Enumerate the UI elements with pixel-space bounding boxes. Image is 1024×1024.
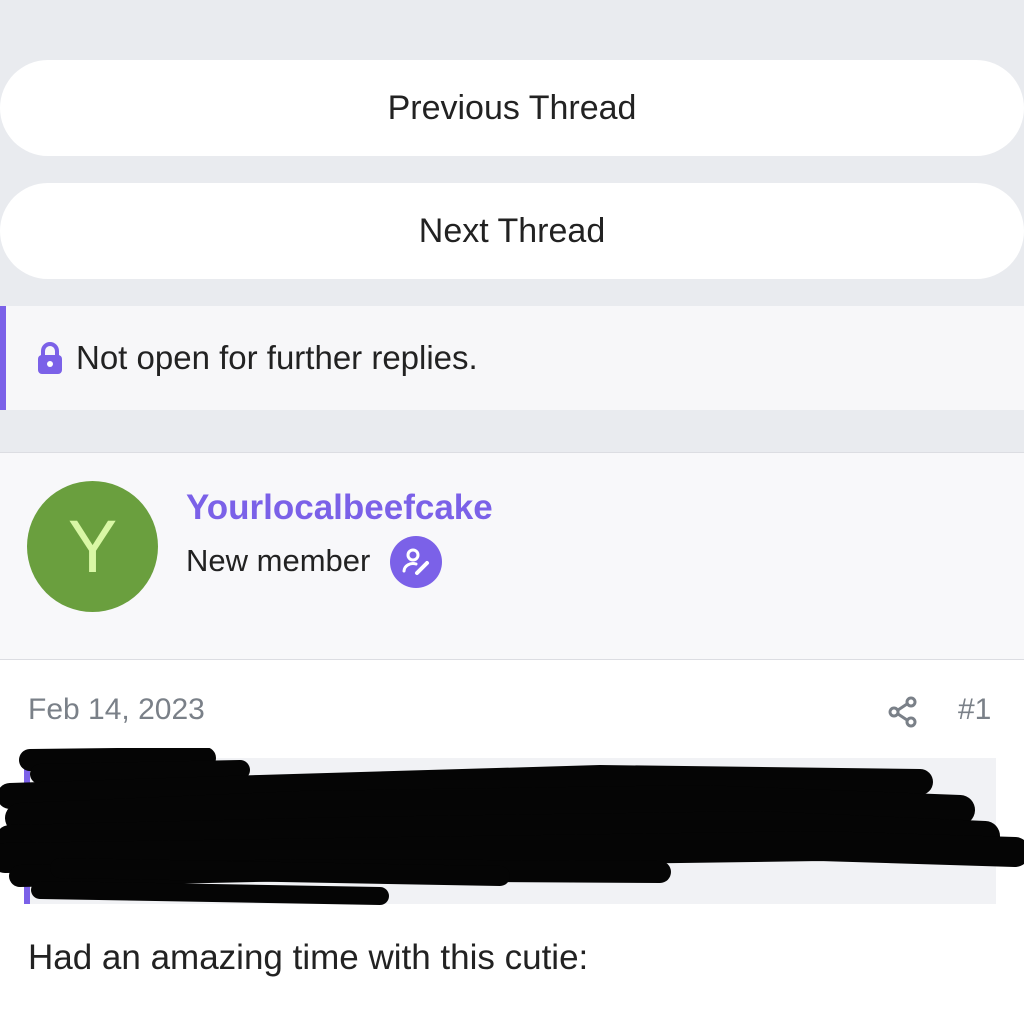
post-number-link[interactable]: #1	[958, 693, 991, 727]
post-date[interactable]: Feb 14, 2023	[28, 693, 205, 727]
post-author-header: Y Yourlocalbeefcake New member	[0, 452, 1024, 661]
share-icon[interactable]	[888, 696, 918, 728]
avatar-letter: Y	[67, 504, 118, 588]
thread-locked-notice: Not open for further replies.	[0, 306, 1024, 410]
avatar[interactable]: Y	[27, 481, 158, 612]
next-thread-button[interactable]: Next Thread	[0, 183, 1024, 279]
lock-icon	[38, 342, 62, 374]
redaction-scribble	[0, 748, 1024, 905]
locked-notice-text: Not open for further replies.	[76, 339, 478, 376]
previous-thread-button[interactable]: Previous Thread	[0, 60, 1024, 156]
post-text: Had an amazing time with this cutie:	[28, 938, 589, 977]
user-title: New member	[186, 543, 371, 578]
username-link[interactable]: Yourlocalbeefcake	[186, 488, 493, 528]
next-thread-label: Next Thread	[418, 211, 606, 250]
user-edit-icon	[390, 536, 442, 588]
previous-thread-label: Previous Thread	[387, 88, 637, 127]
